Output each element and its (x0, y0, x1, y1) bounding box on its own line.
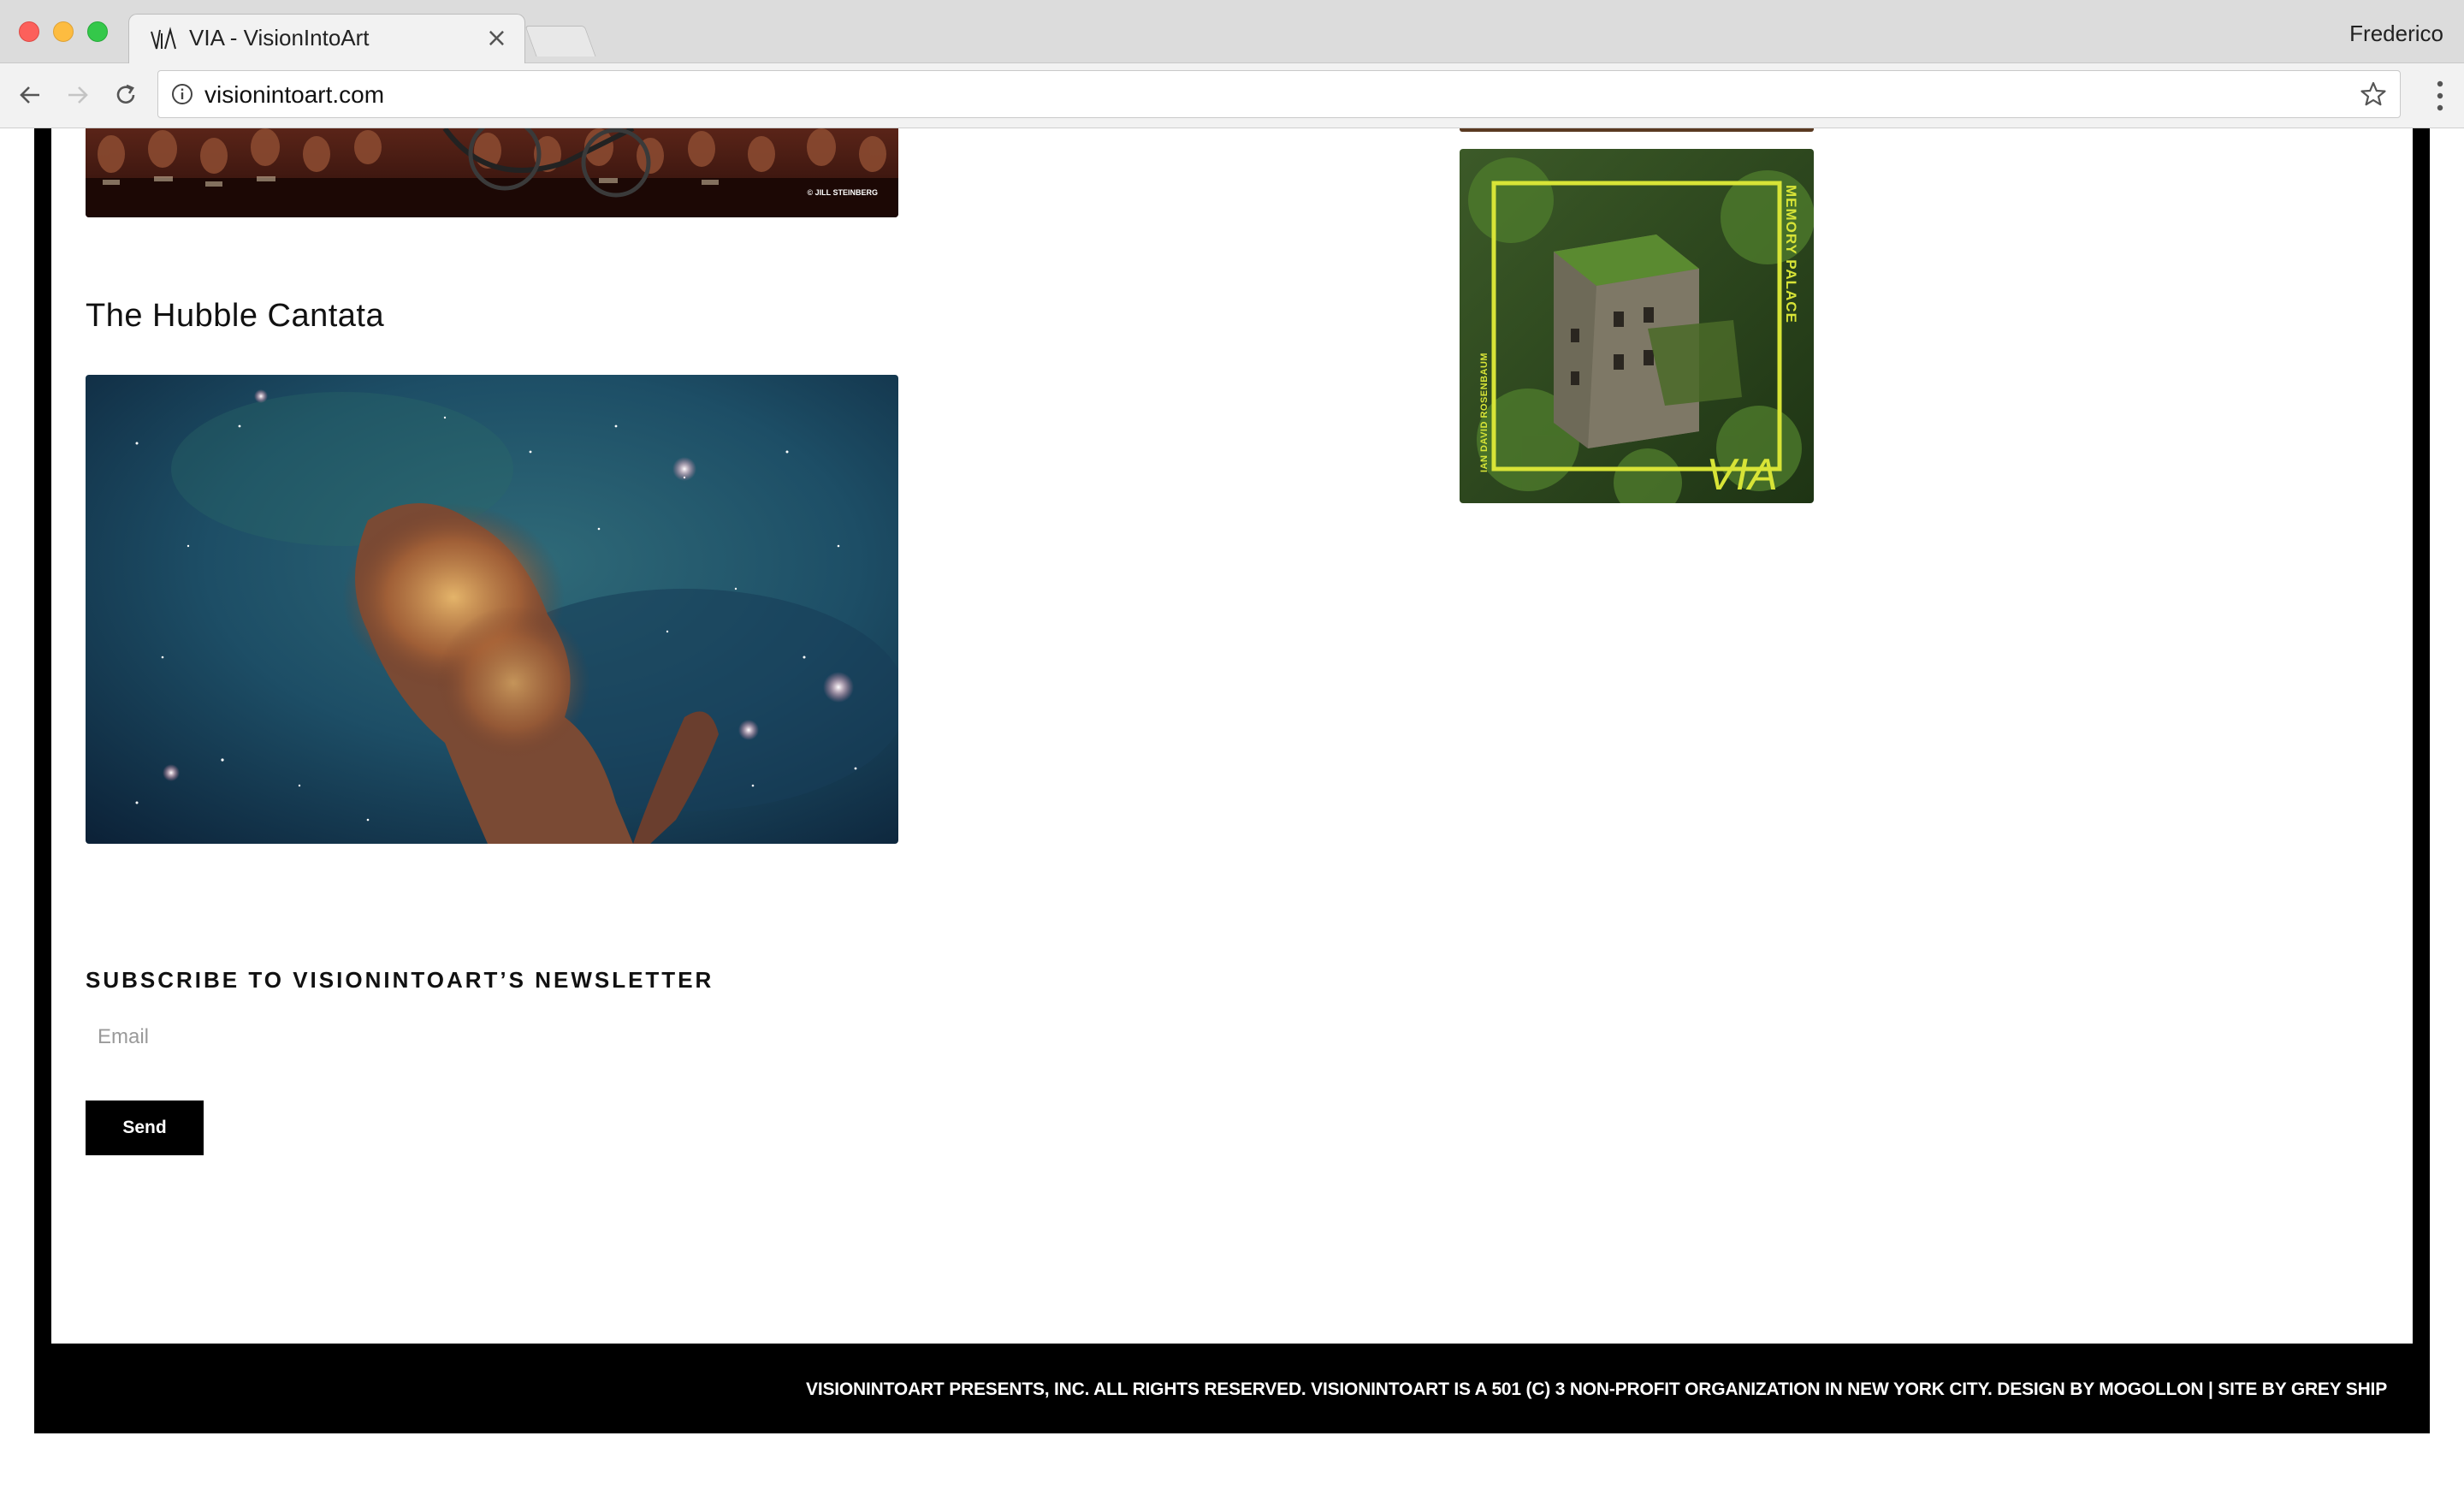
profile-name[interactable]: Frederico (2349, 21, 2443, 47)
browser-window: VIA - VisionIntoArt × Frederico visionin… (0, 0, 2464, 1501)
close-window-button[interactable] (19, 21, 39, 42)
hubble-nebula-image[interactable] (86, 375, 898, 844)
choir-photo-image: © JILL STEINBERG (86, 128, 898, 217)
newsletter-title: SUBSCRIBE TO VISIONINTOART’S NEWSLETTER (86, 967, 714, 993)
page-frame-right (2413, 128, 2430, 1433)
memory-palace-album-cover[interactable]: MEMORY PALACE IAN DAVID ROSENBAUM VIA (1460, 149, 1814, 503)
page-footer: VISIONINTOART PRESENTS, INC. ALL RIGHTS … (34, 1344, 2430, 1433)
tab-title: VIA - VisionIntoArt (189, 25, 370, 50)
title-bar: VIA - VisionIntoArt × Frederico (0, 0, 2464, 63)
cropped-image-edge (1460, 128, 1814, 132)
album-artist: IAN DAVID ROSENBAUM (1479, 353, 1490, 472)
page-viewport: © JILL STEINBERG The Hubble Cantata MEMO… (0, 128, 2464, 1501)
bookmark-star-icon[interactable] (2359, 80, 2388, 109)
browser-toolbar: visionintoart.com (0, 63, 2464, 128)
back-button[interactable] (10, 75, 50, 115)
page-frame-left (34, 128, 51, 1433)
album-title: MEMORY PALACE (1783, 185, 1799, 323)
via-logo-text: VIA (1706, 450, 1778, 500)
via-favicon-icon (151, 27, 176, 50)
minimize-window-button[interactable] (53, 21, 74, 42)
reload-icon (116, 84, 135, 104)
tab-close-icon[interactable]: × (486, 23, 507, 53)
browser-tab-active[interactable]: VIA - VisionIntoArt × (128, 14, 525, 63)
forward-arrow-icon (68, 86, 88, 104)
maximize-window-button[interactable] (87, 21, 108, 42)
footer-text: VISIONINTOART PRESENTS, INC. ALL RIGHTS … (806, 1379, 2387, 1399)
photo-credit: © JILL STEINBERG (808, 188, 878, 197)
email-input[interactable] (86, 1015, 770, 1059)
address-bar[interactable]: visionintoart.com (157, 70, 2401, 118)
choir-photo[interactable]: © JILL STEINBERG (86, 128, 898, 217)
new-tab-button[interactable] (524, 26, 596, 56)
hubble-cantata-heading[interactable]: The Hubble Cantata (86, 298, 384, 335)
forward-button[interactable] (58, 75, 98, 115)
send-button[interactable]: Send (86, 1101, 204, 1155)
reload-button[interactable] (106, 75, 145, 115)
url-text[interactable]: visionintoart.com (204, 81, 384, 109)
back-arrow-icon (20, 86, 39, 104)
album-cover-image: MEMORY PALACE IAN DAVID ROSENBAUM VIA (1460, 149, 1814, 503)
browser-menu-icon[interactable] (2435, 79, 2445, 113)
info-icon[interactable] (170, 82, 194, 106)
nebula-image (86, 375, 898, 844)
